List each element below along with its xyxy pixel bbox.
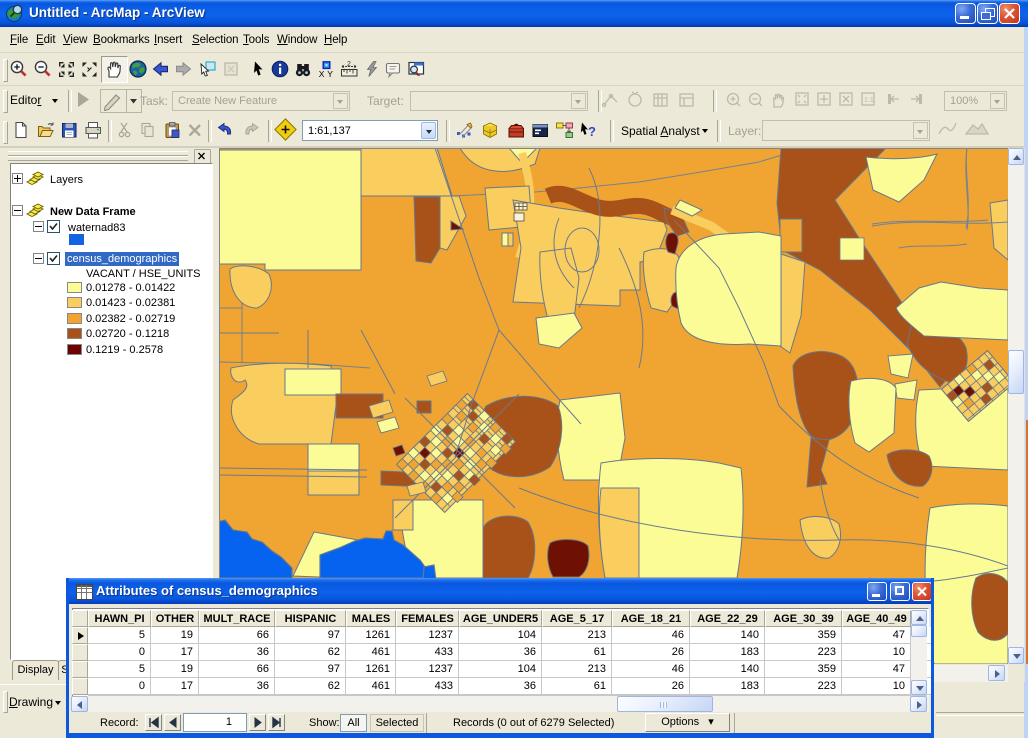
svg-text:2: 2 <box>347 61 351 68</box>
svg-text:?: ? <box>588 124 596 139</box>
svg-text:1:1: 1:1 <box>864 97 874 104</box>
svg-text:X: X <box>319 69 325 79</box>
svg-text:Y: Y <box>327 69 333 79</box>
